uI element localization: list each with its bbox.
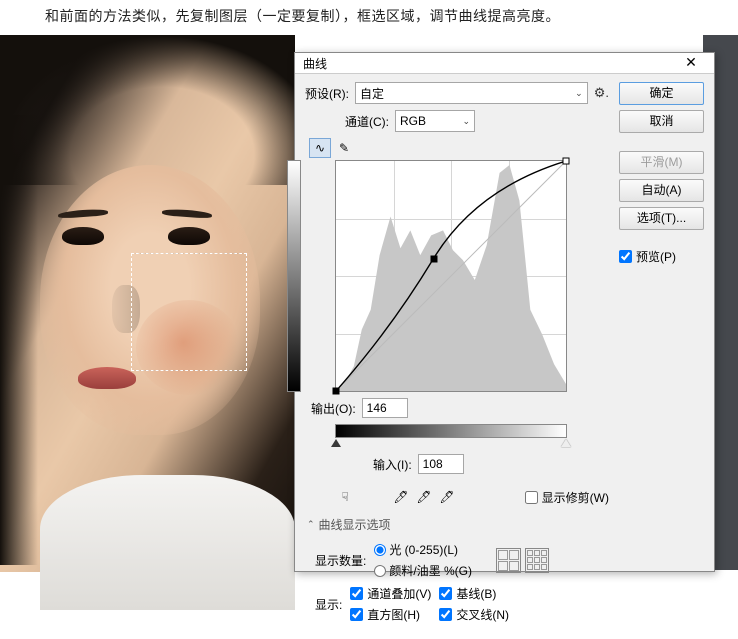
channel-value: RGB — [400, 114, 426, 128]
hand-tool-icon[interactable]: ☟ — [335, 488, 355, 506]
smooth-button: 平滑(M) — [619, 151, 704, 174]
curves-dialog: 曲线 ✕ 预设(R): 自定 ⌄ ⚙. 通道(C): RGB ⌄ — [294, 52, 715, 572]
input-label: 输入(I): — [373, 456, 412, 473]
curve-point-mid[interactable] — [430, 256, 437, 263]
grid-detail-icon[interactable] — [525, 548, 549, 573]
hair-side — [0, 115, 40, 565]
collapse-icon: ⌃ — [307, 519, 315, 530]
pencil-icon: ✎ — [339, 141, 349, 155]
auto-button[interactable]: 自动(A) — [619, 179, 704, 202]
chevron-down-icon: ⌄ — [462, 116, 470, 127]
chk-channel-overlay[interactable]: 通道叠加(V) — [350, 585, 431, 602]
channel-label: 通道(C): — [345, 113, 389, 130]
radio-light[interactable]: 光 (0-255)(L) — [374, 541, 472, 558]
vertical-gradient — [287, 160, 301, 392]
curve-options-toggle[interactable]: ⌃ 曲线显示选项 — [307, 516, 609, 533]
grid-simple-icon[interactable] — [496, 548, 521, 573]
eyedropper-gray-icon[interactable]: 🖊 — [414, 488, 434, 506]
selection-marquee[interactable] — [131, 253, 247, 371]
channel-select[interactable]: RGB ⌄ — [395, 110, 475, 132]
output-label: 输出(O): — [311, 400, 356, 417]
mouth — [78, 367, 136, 389]
gear-icon[interactable]: ⚙. — [594, 85, 609, 101]
input-field[interactable] — [418, 454, 464, 474]
horizontal-gradient[interactable] — [335, 424, 567, 438]
close-icon[interactable]: ✕ — [676, 53, 706, 73]
radio-pigment[interactable]: 颜料/油墨 %(G) — [374, 562, 472, 579]
dialog-title: 曲线 — [303, 55, 327, 72]
white-point-slider[interactable] — [561, 439, 571, 447]
curve-point-shadow[interactable] — [333, 388, 340, 395]
eyedropper-white-icon[interactable]: 🖊 — [437, 488, 457, 506]
show-clipping-checkbox[interactable]: 显示修剪(W) — [525, 489, 609, 506]
curve-line — [336, 161, 566, 391]
display-amount-label: 显示数量: — [315, 552, 366, 569]
preview-checkbox[interactable]: 预览(P) — [619, 248, 704, 265]
black-point-slider[interactable] — [331, 439, 341, 447]
curve-graph[interactable] — [335, 160, 567, 392]
output-field[interactable] — [362, 398, 408, 418]
eye-right — [168, 227, 210, 245]
eyedropper-black-icon[interactable]: 🖊 — [391, 488, 411, 506]
instruction-text: 和前面的方法类似，先复制图层（一定要复制），框选区域，调节曲线提高亮度。 — [45, 6, 560, 26]
pencil-tool-button[interactable]: ✎ — [333, 138, 355, 158]
chevron-down-icon: ⌄ — [575, 88, 583, 99]
collar-region — [40, 475, 295, 610]
curve-options-title: 曲线显示选项 — [319, 516, 391, 533]
titlebar[interactable]: 曲线 ✕ — [295, 53, 714, 74]
chk-histogram[interactable]: 直方图(H) — [350, 606, 431, 623]
curve-tool-button[interactable]: ∿ — [309, 138, 331, 158]
eye-left — [62, 227, 104, 245]
preview-label: 预览(P) — [636, 248, 676, 265]
chk-intersection[interactable]: 交叉线(N) — [439, 606, 509, 623]
preset-select[interactable]: 自定 ⌄ — [355, 82, 588, 104]
chk-baseline[interactable]: 基线(B) — [439, 585, 509, 602]
preset-value: 自定 — [360, 85, 384, 102]
show-clipping-label: 显示修剪(W) — [542, 489, 609, 506]
show-label: 显示: — [315, 596, 342, 613]
ok-button[interactable]: 确定 — [619, 82, 704, 105]
cancel-button[interactable]: 取消 — [619, 110, 704, 133]
options-button[interactable]: 选项(T)... — [619, 207, 704, 230]
preset-label: 预设(R): — [305, 85, 349, 102]
curve-icon: ∿ — [315, 141, 325, 155]
hair-region — [0, 35, 295, 185]
curve-point-highlight[interactable] — [563, 158, 570, 165]
